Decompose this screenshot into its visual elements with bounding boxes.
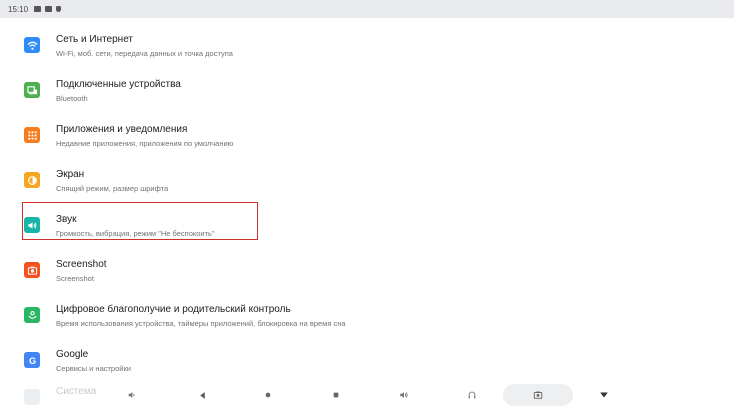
status-bar: 15:10 — [0, 0, 734, 18]
wellbeing-icon — [24, 307, 40, 323]
settings-item-title: Цифровое благополучие и родительский кон… — [56, 304, 291, 315]
settings-item-google[interactable]: G Google Сервисы и настройки — [0, 337, 734, 381]
back-icon[interactable] — [194, 387, 210, 403]
volume-up-icon[interactable] — [396, 387, 412, 403]
settings-item-screenshot[interactable]: Screenshot Screenshot — [0, 247, 734, 291]
volume-down-icon[interactable] — [124, 387, 140, 403]
settings-item-subtitle: Bluetooth — [56, 94, 88, 103]
home-icon[interactable] — [260, 387, 276, 403]
settings-item-title: Подключенные устройства — [56, 79, 181, 90]
highlight-box — [22, 202, 258, 240]
camera-icon — [24, 262, 40, 278]
brightness-icon — [24, 172, 40, 188]
settings-item-network[interactable]: Сеть и Интернет Wi-Fi, моб. сети, переда… — [0, 22, 734, 66]
devices-icon — [24, 82, 40, 98]
headset-icon[interactable] — [464, 387, 480, 403]
dropdown-icon[interactable] — [596, 387, 612, 403]
svg-text:G: G — [28, 355, 35, 365]
settings-item-subtitle: Время использования устройства, таймеры … — [56, 319, 346, 328]
screenshot-button[interactable] — [503, 384, 573, 406]
settings-item-subtitle: Screenshot — [56, 274, 94, 283]
settings-item-title: Сеть и Интернет — [56, 34, 134, 45]
settings-item-wellbeing[interactable]: Цифровое благополучие и родительский кон… — [0, 292, 734, 336]
settings-item-subtitle: Спящий режим, размер шрифта — [56, 184, 169, 193]
google-icon: G — [24, 352, 40, 368]
notification-icon-2 — [45, 6, 53, 12]
navigation-bar — [0, 384, 734, 406]
settings-item-title: Экран — [56, 169, 85, 180]
notification-icon — [34, 6, 42, 12]
settings-item-apps[interactable]: Приложения и уведомления Недавние прилож… — [0, 112, 734, 156]
settings-item-title: Приложения и уведомления — [56, 124, 188, 135]
settings-item-subtitle: Сервисы и настройки — [56, 364, 131, 373]
apps-grid-icon — [24, 127, 40, 143]
status-time: 15:10 — [8, 4, 29, 14]
settings-item-title: Screenshot — [56, 259, 107, 270]
screenshot-icon — [530, 387, 546, 403]
wifi-icon — [24, 37, 40, 53]
shield-icon — [56, 6, 62, 12]
settings-item-devices[interactable]: Подключенные устройства Bluetooth — [0, 67, 734, 111]
settings-item-title: Google — [56, 349, 89, 360]
settings-item-display[interactable]: Экран Спящий режим, размер шрифта — [0, 157, 734, 201]
settings-item-subtitle: Wi-Fi, моб. сети, передача данных и точк… — [56, 49, 233, 58]
recents-icon[interactable] — [328, 387, 344, 403]
settings-item-subtitle: Недавние приложения, приложения по умолч… — [56, 139, 234, 148]
